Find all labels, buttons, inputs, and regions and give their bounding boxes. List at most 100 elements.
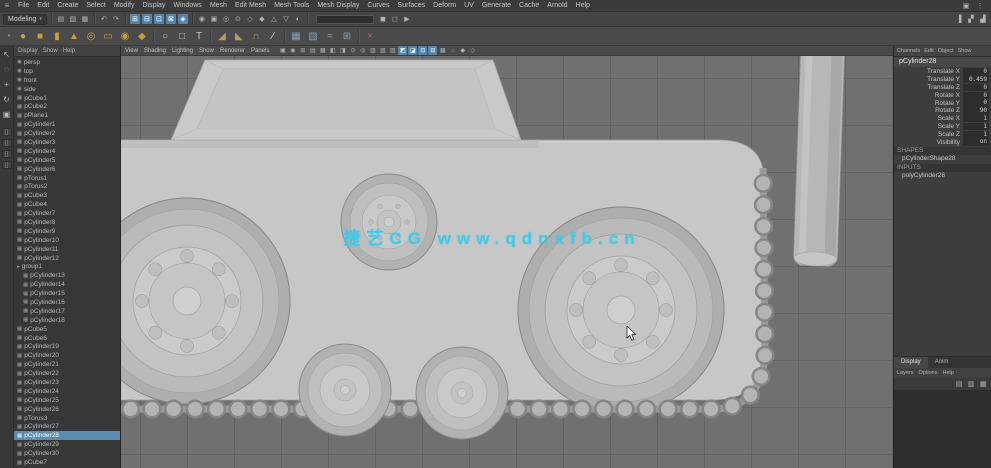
new-layer-from-selected-icon[interactable]: ▥ [966, 379, 976, 389]
select-hierarchy-icon[interactable]: ◉ [197, 14, 207, 24]
viewport-canvas[interactable]: 捷艺CG www.qdnxfb.cn [121, 56, 893, 468]
panel-menu-item[interactable]: Channels [897, 48, 920, 54]
redo-icon[interactable]: ↷ [111, 14, 121, 24]
select-component-icon[interactable]: ◎ [221, 14, 231, 24]
save-scene-icon[interactable]: ▦ [80, 14, 90, 24]
outliner-item[interactable]: ▦ pCylinder7 [14, 209, 120, 218]
select-object-icon[interactable]: ▣ [209, 14, 219, 24]
channel-value-field[interactable]: 0 [963, 68, 989, 76]
outliner-item[interactable]: ▦ pCube6 [14, 334, 120, 343]
move-tool-icon[interactable]: + [1, 79, 12, 90]
channel-value-field[interactable]: 0 [963, 91, 989, 100]
panel-menu-item[interactable]: Show [43, 48, 58, 54]
outliner-item[interactable]: ▦ pCube1 [14, 94, 120, 103]
menu-item[interactable]: Arnold [543, 0, 571, 12]
panel-menu-item[interactable]: Edit [924, 48, 933, 54]
menu-item[interactable]: Create [53, 0, 82, 12]
panel-menu-item[interactable]: Renderer [220, 48, 245, 54]
outliner-item[interactable]: ▦ pCylinder13 [14, 271, 120, 280]
layout-split-pane-icon[interactable]: ▯ [1, 150, 12, 158]
panel-menu-item[interactable]: Options [919, 370, 938, 376]
menu-item[interactable]: Deform [429, 0, 460, 12]
nurbs-circle-tool[interactable]: ○ [157, 28, 173, 44]
layout-four-pane-icon[interactable]: ▯ [1, 139, 12, 147]
channel-value-field[interactable]: 1 [963, 122, 989, 131]
bridge-tool[interactable]: ∩ [248, 28, 264, 44]
safe-title-icon[interactable]: ▨ [388, 46, 397, 55]
poly-platonic-tool[interactable]: ◆ [134, 28, 150, 44]
highlight-selection-icon[interactable]: ◐ [293, 14, 303, 24]
undo-icon[interactable]: ↶ [99, 14, 109, 24]
tank-model[interactable] [121, 56, 893, 468]
outliner-item[interactable]: ◉ front [14, 76, 120, 85]
outliner-item[interactable]: ▸ group1 [14, 262, 120, 271]
outliner-item[interactable]: ▦ pCylinder8 [14, 218, 120, 227]
new-scene-icon[interactable]: ▤ [56, 14, 66, 24]
camera-attributes-icon[interactable]: ⊞ [298, 46, 307, 55]
menu-item[interactable]: Surfaces [394, 0, 430, 12]
outliner-item[interactable]: ▦ pCube4 [14, 200, 120, 209]
outliner-item[interactable]: ▦ pCylinder25 [14, 396, 120, 405]
select-point-icon[interactable]: ⊙ [233, 14, 243, 24]
outliner-item[interactable]: ▦ pCylinder27 [14, 423, 120, 432]
channel-box-toggle-icon[interactable]: ▟ [978, 14, 988, 24]
shelf-tab-switcher[interactable]: ▾ [3, 33, 15, 39]
outliner-item[interactable]: ▦ pCylinder22 [14, 369, 120, 378]
outliner-item[interactable]: ▦ pTorus1 [14, 174, 120, 183]
shelf-tool[interactable] [282, 28, 287, 44]
new-empty-layer-icon[interactable]: ▤ [954, 379, 964, 389]
poly-disc-tool[interactable]: ◉ [117, 28, 133, 44]
select-line-icon[interactable]: ◇ [245, 14, 255, 24]
menu-item[interactable]: Mesh Display [313, 0, 363, 12]
outliner-list[interactable]: ◉ persp ◉ top ◉ front ◉ side ▦ pCube1 ▦ … [14, 57, 120, 468]
panel-menu-item[interactable]: View [125, 48, 138, 54]
gate-mask-icon[interactable]: ◎ [358, 46, 367, 55]
outliner-item[interactable]: ▦ pCylinder28 [14, 431, 120, 441]
film-gate-icon[interactable]: ◨ [338, 46, 347, 55]
outliner-item[interactable]: ▦ pCylinder12 [14, 254, 120, 263]
outliner-item[interactable]: ▦ pTorus2 [14, 182, 120, 191]
channel-value-field[interactable]: 0 [963, 83, 989, 92]
layer-editor-tab[interactable]: Anim [927, 357, 956, 368]
outliner-item[interactable]: ▦ pCylinder16 [14, 298, 120, 307]
channel-value-field[interactable]: 0.459 [963, 75, 989, 84]
panel-menu-item[interactable]: Panels [251, 48, 269, 54]
use-all-lights-icon[interactable]: ⊟ [428, 46, 438, 55]
outliner-item[interactable]: ▦ pCylinder6 [14, 165, 120, 174]
select-camera-icon[interactable]: ▣ [278, 46, 287, 55]
outliner-item[interactable]: ▦ pPlane1 [14, 111, 120, 120]
outliner-item[interactable]: ▦ pCylinder1 [14, 120, 120, 129]
outliner-item[interactable]: ▦ pCylinder17 [14, 307, 120, 316]
panel-menu-item[interactable]: Lighting [172, 48, 193, 54]
shaded-icon[interactable]: ◪ [408, 46, 418, 55]
outliner-item[interactable]: ▦ pCylinder26 [14, 405, 120, 414]
viewport-panel[interactable]: View Shading Lighting Show Renderer Panels ▣ ◉… [121, 46, 894, 468]
poly-torus-tool[interactable]: ◎ [83, 28, 99, 44]
outliner-item[interactable]: ▦ pCylinder15 [14, 289, 120, 298]
outliner-item[interactable]: ▦ pTorus3 [14, 414, 120, 423]
menu-item[interactable]: Edit Mesh [231, 0, 270, 12]
make-live-icon[interactable]: ◈ [177, 14, 188, 24]
outliner-item[interactable]: ▦ pCylinder21 [14, 360, 120, 369]
menu-item[interactable]: Cache [515, 0, 543, 12]
resolution-gate-icon[interactable]: ⊙ [348, 46, 357, 55]
render-icon[interactable]: ◼ [378, 14, 388, 24]
shelf-tool[interactable] [356, 28, 361, 44]
outliner-item[interactable]: ▦ pCube2 [14, 102, 120, 111]
outliner-item[interactable]: ▦ pCylinder10 [14, 236, 120, 245]
menu-set-selector[interactable]: Modeling ▾ [3, 13, 47, 25]
snap-point-icon[interactable]: ⊡ [153, 14, 164, 24]
panel-menu-item[interactable]: Shading [144, 48, 166, 54]
wireframe-icon[interactable]: ◩ [398, 46, 408, 55]
multi-cut-tool[interactable]: ∕ [265, 28, 281, 44]
snap-view-plane-icon[interactable]: ⊠ [165, 14, 176, 24]
outliner-item[interactable]: ▦ pCylinder24 [14, 387, 120, 396]
input-node-name[interactable]: polyCylinder28 [894, 172, 991, 180]
poly-plane-tool[interactable]: ▭ [100, 28, 116, 44]
outliner-item[interactable]: ▦ pCube3 [14, 191, 120, 200]
delete-history-tool[interactable]: × [362, 28, 378, 44]
menu-item[interactable]: Select [82, 0, 109, 12]
outliner-item[interactable]: ▦ pCylinder29 [14, 440, 120, 449]
outliner-item[interactable]: ▦ pCylinder3 [14, 138, 120, 147]
menu-item[interactable]: Help [572, 0, 594, 12]
